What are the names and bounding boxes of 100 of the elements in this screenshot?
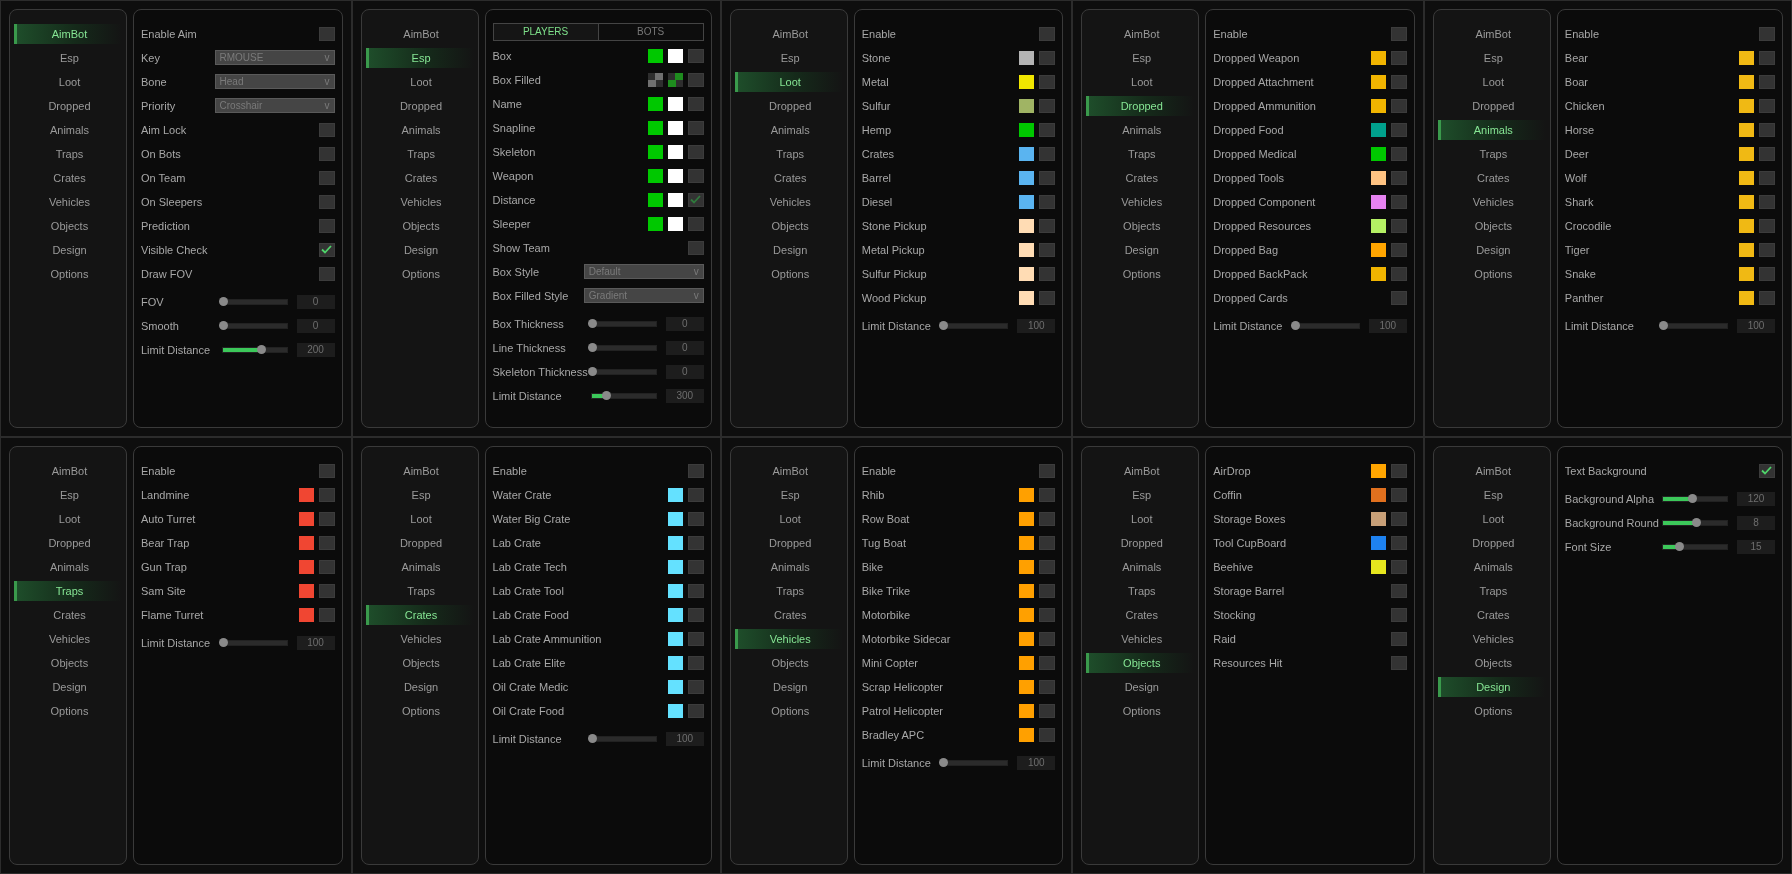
- checkbox[interactable]: [1759, 266, 1775, 281]
- checkbox[interactable]: [1390, 218, 1407, 233]
- sidebar-item[interactable]: Traps: [14, 144, 122, 164]
- slider[interactable]: [1662, 543, 1728, 550]
- color-swatch[interactable]: [1370, 218, 1386, 233]
- slider[interactable]: [942, 759, 1009, 766]
- checkbox[interactable]: [1759, 26, 1775, 41]
- checkbox[interactable]: [318, 583, 335, 598]
- color-swatch[interactable]: [1019, 703, 1035, 718]
- checkbox[interactable]: [1039, 122, 1056, 137]
- checkbox[interactable]: [1039, 194, 1056, 209]
- checkbox[interactable]: [1759, 146, 1775, 161]
- sidebar-item[interactable]: Options: [14, 264, 122, 284]
- sidebar-item[interactable]: AimBot: [1086, 24, 1195, 44]
- checkbox[interactable]: [1390, 487, 1407, 502]
- checkbox[interactable]: [1039, 146, 1056, 161]
- value-field[interactable]: 100: [1017, 755, 1056, 770]
- checkbox[interactable]: [318, 463, 335, 478]
- sidebar-item[interactable]: Options: [14, 701, 122, 721]
- color-swatch[interactable]: [647, 192, 663, 207]
- sidebar-item[interactable]: Esp: [1437, 485, 1546, 505]
- checkbox[interactable]: [687, 192, 704, 207]
- checkbox[interactable]: [318, 266, 335, 281]
- sidebar-item[interactable]: Options: [1437, 264, 1546, 284]
- checkbox[interactable]: [1039, 535, 1056, 550]
- checkbox[interactable]: [1390, 50, 1407, 65]
- color-swatch[interactable]: [647, 96, 663, 111]
- sidebar-item[interactable]: Objects: [1437, 653, 1546, 673]
- checkbox[interactable]: [1390, 74, 1407, 89]
- checkbox[interactable]: [1039, 703, 1056, 718]
- checkbox[interactable]: [687, 679, 704, 694]
- checkbox[interactable]: [687, 144, 704, 159]
- color-swatch[interactable]: [1739, 194, 1754, 209]
- color-swatch[interactable]: [1019, 559, 1035, 574]
- sidebar-item[interactable]: Loot: [365, 72, 474, 92]
- checkbox[interactable]: [687, 487, 704, 502]
- sidebar-item[interactable]: Options: [1086, 701, 1195, 721]
- sidebar-item[interactable]: Animals: [365, 120, 474, 140]
- checkbox[interactable]: [687, 703, 704, 718]
- checkbox[interactable]: [1759, 74, 1775, 89]
- checkbox[interactable]: [1039, 74, 1056, 89]
- checkbox[interactable]: [318, 218, 335, 233]
- checkbox[interactable]: [687, 631, 704, 646]
- checkbox[interactable]: [1390, 290, 1407, 305]
- color-swatch[interactable]: [1739, 146, 1754, 161]
- color-swatch[interactable]: [1019, 146, 1035, 161]
- checkbox[interactable]: [1039, 218, 1056, 233]
- sidebar-item[interactable]: Vehicles: [1437, 629, 1546, 649]
- checkbox[interactable]: [1390, 194, 1407, 209]
- checkbox[interactable]: [1039, 559, 1056, 574]
- color-swatch[interactable]: [1370, 266, 1386, 281]
- color-swatch[interactable]: [298, 559, 314, 574]
- color-swatch[interactable]: [1019, 655, 1035, 670]
- color-swatch[interactable]: [1370, 463, 1386, 478]
- checkbox[interactable]: [687, 48, 704, 63]
- sidebar-item[interactable]: Esp: [734, 485, 843, 505]
- sidebar-item[interactable]: Objects: [365, 653, 474, 673]
- sidebar-item[interactable]: Objects: [734, 653, 843, 673]
- checkbox[interactable]: [687, 120, 704, 135]
- sidebar-item[interactable]: Crates: [1086, 605, 1195, 625]
- sidebar-item[interactable]: Loot: [1437, 509, 1546, 529]
- checkbox[interactable]: [1390, 242, 1407, 257]
- checkbox[interactable]: [687, 240, 704, 255]
- checkbox[interactable]: [1039, 266, 1056, 281]
- color-swatch[interactable]: [667, 487, 683, 502]
- color-swatch[interactable]: [1019, 266, 1035, 281]
- checkbox[interactable]: [318, 535, 335, 550]
- color-swatch[interactable]: [298, 535, 314, 550]
- value-field[interactable]: 200: [296, 342, 335, 357]
- sidebar-item[interactable]: Options: [365, 701, 474, 721]
- sidebar-item[interactable]: Options: [1086, 264, 1195, 284]
- color-swatch[interactable]: [1019, 50, 1035, 65]
- sidebar-item[interactable]: Loot: [1437, 72, 1546, 92]
- color-swatch[interactable]: [1739, 122, 1754, 137]
- sidebar-item[interactable]: Vehicles: [1086, 192, 1195, 212]
- checkbox[interactable]: [1039, 290, 1056, 305]
- checkbox[interactable]: [1390, 511, 1407, 526]
- color-swatch[interactable]: [1370, 98, 1386, 113]
- sidebar-item[interactable]: Esp: [14, 48, 122, 68]
- sidebar-item[interactable]: Loot: [365, 509, 474, 529]
- checkbox[interactable]: [1390, 631, 1407, 646]
- sidebar-item[interactable]: Crates: [14, 605, 122, 625]
- sidebar-item[interactable]: AimBot: [365, 24, 474, 44]
- checkbox[interactable]: [1390, 535, 1407, 550]
- checkbox[interactable]: [687, 168, 704, 183]
- checkbox[interactable]: [1039, 607, 1056, 622]
- color-swatch[interactable]: [647, 216, 663, 231]
- sidebar-item[interactable]: Traps: [1437, 144, 1546, 164]
- sidebar-item[interactable]: Animals: [734, 557, 843, 577]
- color-swatch[interactable]: [667, 48, 683, 63]
- checkbox[interactable]: [687, 655, 704, 670]
- color-swatch[interactable]: [647, 72, 663, 87]
- color-swatch[interactable]: [1370, 50, 1386, 65]
- sidebar-item[interactable]: Crates: [734, 168, 843, 188]
- checkbox[interactable]: [1759, 290, 1775, 305]
- checkbox[interactable]: [1039, 98, 1056, 113]
- color-swatch[interactable]: [667, 631, 683, 646]
- sidebar-item[interactable]: Vehicles: [734, 192, 843, 212]
- checkbox[interactable]: [1039, 631, 1056, 646]
- sidebar-item[interactable]: Design: [734, 677, 843, 697]
